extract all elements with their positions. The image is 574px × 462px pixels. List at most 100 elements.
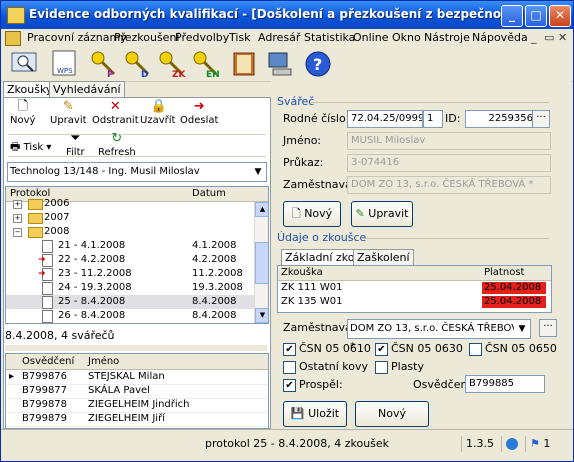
folder-label: 2006 <box>44 198 70 209</box>
prospel-checkbox[interactable]: ✔ <box>283 379 296 392</box>
plasty-checkbox[interactable] <box>375 361 388 374</box>
protocol-doc-icon <box>42 296 53 309</box>
lock-action-button[interactable]: 🔒 Uzavřít <box>140 100 175 126</box>
column-jmeno[interactable]: Jméno <box>88 354 119 369</box>
welder-name: ZIEGELHEIM Jindřich <box>88 399 190 410</box>
row-pointer-icon: ▸ <box>9 371 15 382</box>
tree-row-protocol-selected[interactable]: 25 - 8.4.2008 8.4.2008 <box>6 295 254 309</box>
rodne-cislo-suffix-field[interactable]: 1 <box>423 110 443 128</box>
csn-0630-checkbox[interactable]: ✔ <box>375 343 388 356</box>
edit-action-button[interactable]: ✎ Upravit <box>50 100 87 126</box>
menu-prezkouseni[interactable]: Přezkoušení <box>114 31 179 44</box>
menu-okno[interactable]: Okno <box>392 31 421 44</box>
refresh-button[interactable]: ↻ Refresh <box>98 132 136 158</box>
key-d-icon[interactable]: D <box>123 49 153 80</box>
send-action-button[interactable]: ➜ Odeslat <box>180 100 218 126</box>
expand-icon[interactable]: + <box>13 214 22 223</box>
svarec-edit-button[interactable]: ✎ Upravit <box>351 201 413 227</box>
mdi-close-button[interactable]: ✕ <box>558 31 567 44</box>
ostatni-kovy-checkbox[interactable] <box>283 361 296 374</box>
print-label: Tisk <box>23 142 44 153</box>
welder-row[interactable]: ▸ B799876 STEJSKAL Milan <box>6 370 268 385</box>
key-p-icon[interactable]: P <box>89 49 119 80</box>
search-icon[interactable] <box>9 49 39 79</box>
tree-folder-2008[interactable]: − 2008 <box>6 225 254 239</box>
menu-tisk[interactable]: Tisk <box>229 31 251 44</box>
title-bar[interactable]: Evidence odborných kvalifikací - [Doškol… <box>1 1 573 29</box>
exam-grid-header: Zkouška Platnost <box>278 266 551 281</box>
tab-vyhledavani[interactable]: Vyhledávání <box>49 81 125 97</box>
tree-row-protocol[interactable]: 24 - 19.3.2008 19.3.2008 <box>6 281 254 295</box>
new-action-button[interactable]: 🗋 Nový <box>10 100 35 126</box>
column-osvedceni[interactable]: Osvědčení <box>22 354 74 369</box>
collapse-icon[interactable]: − <box>13 228 22 237</box>
exam-name: ZK 111 W01 <box>281 282 343 293</box>
book-icon[interactable] <box>229 49 259 79</box>
udaje-zamestnavatel-combo[interactable]: DOM ZO 13, s.r.o. ČESKÁ TŘEBOVÁ * ▼ <box>347 319 531 352</box>
menu-predvolby[interactable]: Předvolby <box>175 31 229 44</box>
protocol-date: 4.1.2008 <box>192 240 237 251</box>
tab-zaskoleni[interactable]: Zaškolení <box>353 249 414 265</box>
menu-adresar[interactable]: Adresář <box>258 31 300 44</box>
maximize-button[interactable]: □ <box>525 5 547 27</box>
delete-action-button[interactable]: ✕ Odstranit <box>92 100 139 126</box>
menu-napoveda[interactable]: Nápověda <box>472 31 528 44</box>
tree-folder-2006[interactable]: +2006 <box>6 197 254 211</box>
zamestnavatel-lookup-button[interactable]: ··· <box>539 319 557 337</box>
scroll-down-icon[interactable]: ▼ <box>255 308 268 323</box>
combo-arrow-icon[interactable]: ▼ <box>250 163 266 181</box>
csn-0610-checkbox[interactable]: ✔ <box>283 343 296 356</box>
scroll-up-icon[interactable]: ▲ <box>255 202 268 217</box>
protocol-tree: Protokol Datum +2006 +2007 −2008 21 - 4.… <box>5 186 269 324</box>
menu-online[interactable]: Online <box>353 31 388 44</box>
new-action-label: Nový <box>10 115 36 126</box>
computer-icon[interactable] <box>265 49 295 79</box>
exam-row[interactable]: ZK 135 W01 25.04.2008 <box>278 295 551 309</box>
protocol-name: 26 - 8.4.2008 <box>58 310 126 321</box>
key-en-icon[interactable]: EN <box>191 49 221 80</box>
osvedceni-field[interactable]: B799885 <box>465 375 545 393</box>
welder-row[interactable]: B799878 ZIEGELHEIM Jindřich <box>6 398 268 413</box>
id-lookup-button[interactable]: ··· <box>532 110 550 128</box>
mdi-restore-button[interactable]: ▭ <box>544 31 554 44</box>
tree-folder-2007[interactable]: +2007 <box>6 211 254 225</box>
wps-label: WPS <box>57 67 73 75</box>
filter-button[interactable]: ⏷ Filtr <box>66 132 85 158</box>
column-zkouska[interactable]: Zkouška <box>281 266 323 280</box>
help-icon[interactable]: ? <box>303 49 333 79</box>
expand-icon[interactable]: + <box>13 200 22 209</box>
combo-arrow-icon[interactable]: ▼ <box>514 320 530 338</box>
close-button[interactable]: ✕ <box>549 5 571 27</box>
new-protocol-button[interactable]: Nový protokol <box>355 401 429 444</box>
tree-scrollbar[interactable]: ▲ ▼ <box>254 202 268 323</box>
wps-icon[interactable]: WPS <box>49 49 79 79</box>
key-p-letter: P <box>107 70 114 79</box>
tree-row-protocol[interactable]: 26 - 8.4.2008 8.4.2008 <box>6 309 254 323</box>
mdi-minimize-button[interactable]: _ <box>531 31 537 44</box>
panel-splitter[interactable] <box>5 345 267 351</box>
key-zk-icon[interactable]: ZK <box>157 49 187 80</box>
technolog-combo[interactable]: Technolog 13/148 - Ing. Musil Miloslav ▼ <box>7 162 267 182</box>
menu-nastroje[interactable]: Nástroje <box>424 31 470 44</box>
column-platnost[interactable]: Platnost <box>484 266 524 280</box>
rodne-cislo-field[interactable]: 72.04.25/0999 <box>347 110 423 128</box>
menu-statistika[interactable]: Statistika <box>304 31 355 44</box>
welder-row[interactable]: B799877 SKÁLA Pavel <box>6 384 268 399</box>
lock-action-label: Uzavřít <box>140 115 176 126</box>
new-document-icon: 🗋 <box>291 207 301 220</box>
scroll-thumb[interactable] <box>255 242 268 284</box>
menu-pracovni-zaznamy[interactable]: Pracovní záznamy <box>27 31 127 44</box>
exam-row[interactable]: ZK 111 W01 25.04.2008 <box>278 281 551 295</box>
minimize-button[interactable]: _ <box>501 5 523 27</box>
exam-validity: 25.04.2008 <box>484 282 542 293</box>
svarec-new-button[interactable]: 🗋 Nový <box>283 201 341 227</box>
tree-row-protocol[interactable]: ➜ 23 - 11.2.2008 11.2.2008 <box>6 267 254 281</box>
document-menu-icon[interactable] <box>5 31 21 46</box>
welder-row[interactable]: B799879 ZIEGELHEIM Jiří <box>6 412 268 427</box>
save-button[interactable]: 💾 Uložit <box>283 401 347 427</box>
csn-0650-checkbox[interactable] <box>469 343 482 356</box>
print-dropdown-button[interactable]: 🖶 Tisk ▾ <box>10 138 51 157</box>
id-field[interactable]: 2259356 <box>465 110 537 128</box>
tree-row-protocol[interactable]: ➜ 22 - 4.2.2008 4.2.2008 <box>6 253 254 267</box>
tree-row-protocol[interactable]: 21 - 4.1.2008 4.1.2008 <box>6 239 254 253</box>
